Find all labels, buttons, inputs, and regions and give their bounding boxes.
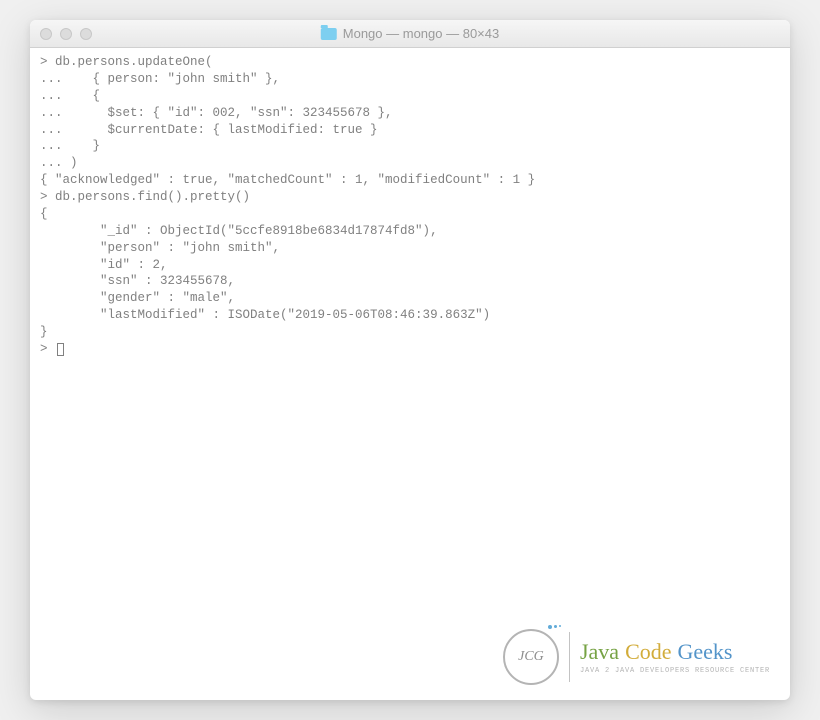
terminal-prompt: >	[40, 342, 55, 356]
terminal-line: ... {	[40, 89, 100, 103]
terminal-line: {	[40, 207, 48, 221]
watermark-subtitle: Java 2 Java Developers Resource Center	[580, 667, 770, 676]
watermark-dots	[548, 625, 561, 629]
maximize-button[interactable]	[80, 28, 92, 40]
terminal-line: "person" : "john smith",	[40, 241, 280, 255]
watermark-text: Java Code Geeks Java 2 Java Developers R…	[580, 637, 770, 676]
terminal-line: ... { person: "john smith" },	[40, 72, 280, 86]
terminal-line: ... }	[40, 139, 100, 153]
watermark-divider	[569, 632, 570, 682]
window-title: Mongo — mongo — 80×43	[343, 26, 499, 41]
watermark-word-geeks: Geeks	[678, 637, 733, 667]
watermark-word-java: Java	[580, 637, 619, 667]
terminal-line: ... $set: { "id": 002, "ssn": 323455678 …	[40, 106, 393, 120]
terminal-line: }	[40, 325, 48, 339]
folder-icon	[321, 28, 337, 40]
traffic-lights	[40, 28, 92, 40]
watermark-logo-circle: JCG	[503, 629, 559, 685]
terminal-window: Mongo — mongo — 80×43 > db.persons.updat…	[30, 20, 790, 700]
terminal-line: > db.persons.updateOne(	[40, 55, 213, 69]
cursor	[57, 343, 64, 356]
watermark-main: Java Code Geeks	[580, 637, 770, 667]
terminal-line: > db.persons.find().pretty()	[40, 190, 250, 204]
terminal-body[interactable]: > db.persons.updateOne( ... { person: "j…	[30, 48, 790, 700]
terminal-line: "id" : 2,	[40, 258, 168, 272]
terminal-line: "ssn" : 323455678,	[40, 274, 235, 288]
close-button[interactable]	[40, 28, 52, 40]
terminal-line: "lastModified" : ISODate("2019-05-06T08:…	[40, 308, 490, 322]
terminal-line: ... $currentDate: { lastModified: true }	[40, 123, 378, 137]
terminal-line: { "acknowledged" : true, "matchedCount" …	[40, 173, 535, 187]
titlebar[interactable]: Mongo — mongo — 80×43	[30, 20, 790, 48]
terminal-line: "gender" : "male",	[40, 291, 235, 305]
watermark: JCG Java Code Geeks Java 2 Java Develope…	[503, 629, 770, 685]
window-title-container: Mongo — mongo — 80×43	[321, 26, 499, 41]
terminal-line: "_id" : ObjectId("5ccfe8918be6834d17874f…	[40, 224, 438, 238]
watermark-word-code: Code	[625, 637, 671, 667]
watermark-logo-text: JCG	[518, 648, 544, 667]
terminal-line: ... )	[40, 156, 78, 170]
minimize-button[interactable]	[60, 28, 72, 40]
